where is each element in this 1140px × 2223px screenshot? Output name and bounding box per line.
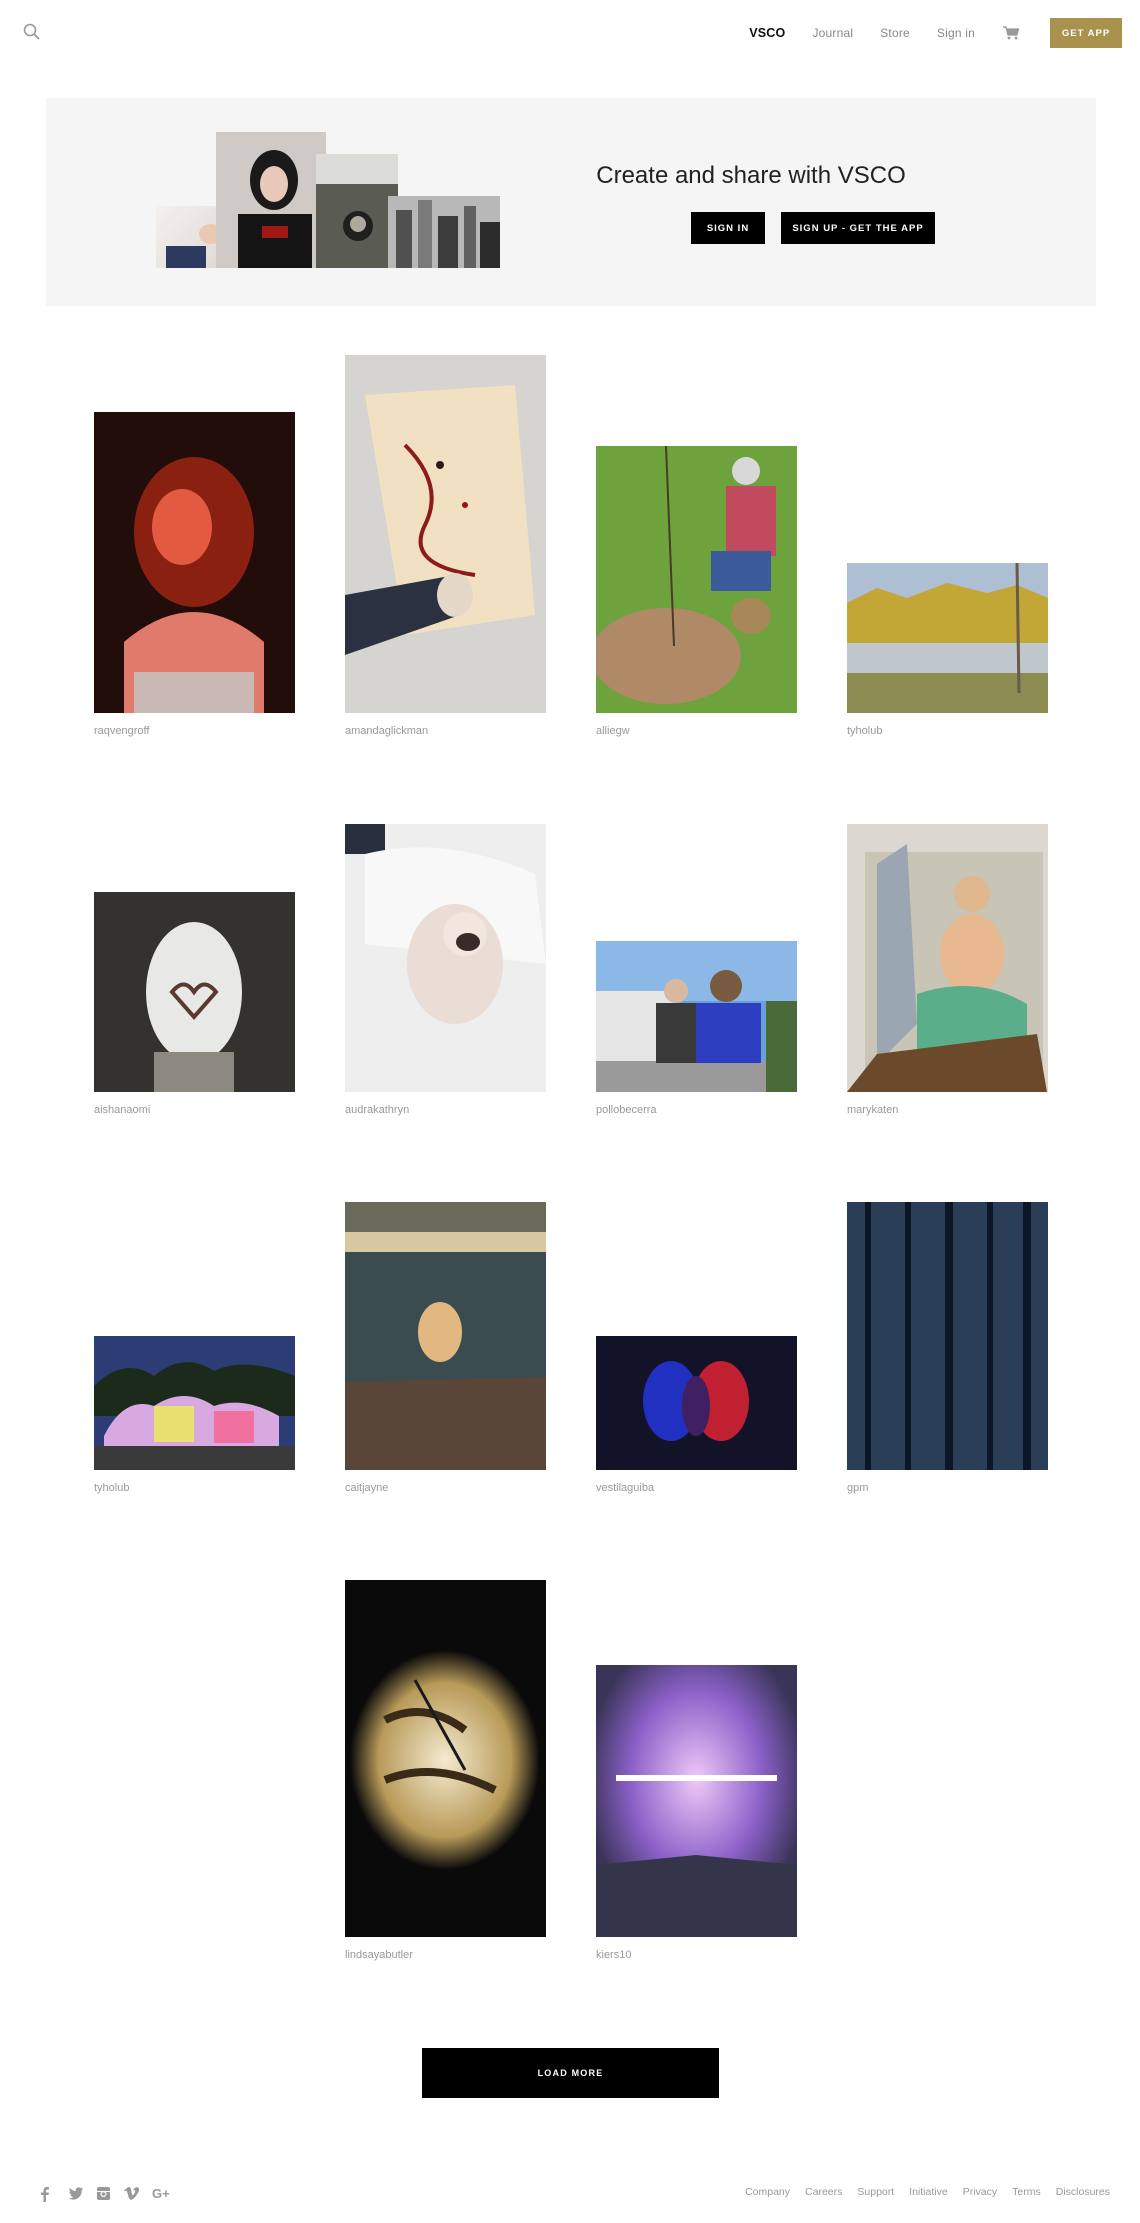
grid-item[interactable]: marykaten xyxy=(847,824,1048,1116)
footer-links: Company Careers Support Initiative Priva… xyxy=(730,2186,1110,2198)
grid-image[interactable] xyxy=(345,1580,546,1937)
grid-item[interactable]: audrakathryn xyxy=(345,824,546,1116)
nav-link-store[interactable]: Store xyxy=(880,26,910,40)
nav-link-sign-in[interactable]: Sign in xyxy=(937,26,975,40)
grid-item[interactable]: alliegw xyxy=(596,446,797,737)
google-plus-icon[interactable]: G+ xyxy=(152,2186,174,2202)
collage-photo xyxy=(316,154,398,268)
sign-up-button[interactable]: SIGN UP - GET THE APP xyxy=(781,212,935,244)
sign-in-button[interactable]: SIGN IN xyxy=(691,212,765,244)
footer-link-terms[interactable]: Terms xyxy=(1012,2186,1041,2198)
grid-item[interactable]: lindsayabutler xyxy=(345,1580,546,1961)
grid-item[interactable]: aishanaomi xyxy=(94,892,295,1116)
grid-image[interactable] xyxy=(94,412,295,713)
grid-image[interactable] xyxy=(596,941,797,1092)
grid-username[interactable]: lindsayabutler xyxy=(345,1949,413,1961)
grid-item[interactable]: pollobecerra xyxy=(596,941,797,1116)
get-app-button[interactable]: GET APP xyxy=(1050,18,1122,48)
grid-item[interactable]: caitjayne xyxy=(345,1202,546,1494)
grid-username[interactable]: vestilaguiba xyxy=(596,1482,654,1494)
grid-image[interactable] xyxy=(847,563,1048,713)
photo-collage xyxy=(156,132,526,272)
grid-image[interactable] xyxy=(94,1336,295,1470)
grid-username[interactable]: tyholub xyxy=(847,725,882,737)
footer-link-initiative[interactable]: Initiative xyxy=(909,2186,948,2198)
site-header: VSCO Journal Store Sign in GET APP xyxy=(0,0,1140,66)
grid-item[interactable]: amandaglickman xyxy=(345,355,546,737)
site-footer: G+ Company Careers Support Initiative Pr… xyxy=(0,2180,1140,2220)
grid-username[interactable]: caitjayne xyxy=(345,1482,388,1494)
vimeo-icon[interactable] xyxy=(124,2186,140,2202)
grid-username[interactable]: pollobecerra xyxy=(596,1104,657,1116)
grid-image[interactable] xyxy=(345,824,546,1092)
grid-username[interactable]: raqvengroff xyxy=(94,725,149,737)
social-links: G+ xyxy=(40,2186,186,2202)
grid-image[interactable] xyxy=(847,824,1048,1092)
grid-item[interactable]: tyholub xyxy=(847,563,1048,737)
grid-item[interactable]: raqvengroff xyxy=(94,412,295,737)
hero-title: Create and share with VSCO xyxy=(596,162,906,189)
grid-image[interactable] xyxy=(847,1202,1048,1470)
footer-link-careers[interactable]: Careers xyxy=(805,2186,842,2198)
hero-banner: Create and share with VSCO SIGN IN SIGN … xyxy=(46,98,1096,306)
collage-photo xyxy=(388,196,500,268)
grid-username[interactable]: audrakathryn xyxy=(345,1104,409,1116)
grid-item[interactable]: tyholub xyxy=(94,1336,295,1494)
footer-link-support[interactable]: Support xyxy=(857,2186,894,2198)
grid-username[interactable]: alliegw xyxy=(596,725,630,737)
grid-username[interactable]: marykaten xyxy=(847,1104,898,1116)
load-more-button[interactable]: LOAD MORE xyxy=(422,2048,719,2098)
footer-link-privacy[interactable]: Privacy xyxy=(963,2186,997,2198)
footer-link-company[interactable]: Company xyxy=(745,2186,790,2198)
grid-username[interactable]: gpm xyxy=(847,1482,868,1494)
grid-username[interactable]: amandaglickman xyxy=(345,725,428,737)
grid-image[interactable] xyxy=(345,1202,546,1470)
grid-image[interactable] xyxy=(94,892,295,1092)
grid-item[interactable]: gpm xyxy=(847,1202,1048,1494)
grid-item[interactable]: vestilaguiba xyxy=(596,1336,797,1494)
twitter-icon[interactable] xyxy=(68,2186,84,2202)
grid-username[interactable]: kiers10 xyxy=(596,1949,631,1961)
footer-link-disclosures[interactable]: Disclosures xyxy=(1056,2186,1110,2198)
collage-photo xyxy=(216,132,326,268)
nav-link-vsco[interactable]: VSCO xyxy=(749,26,785,40)
grid-username[interactable]: tyholub xyxy=(94,1482,129,1494)
grid-username[interactable]: aishanaomi xyxy=(94,1104,150,1116)
cart-icon[interactable] xyxy=(1002,25,1020,41)
grid-item[interactable]: kiers10 xyxy=(596,1665,797,1961)
grid-image[interactable] xyxy=(596,1665,797,1937)
grid-image[interactable] xyxy=(596,1336,797,1470)
facebook-icon[interactable] xyxy=(40,2186,56,2202)
search-icon[interactable] xyxy=(22,22,42,42)
nav-link-journal[interactable]: Journal xyxy=(812,26,853,40)
instagram-icon[interactable] xyxy=(96,2186,112,2202)
grid-image[interactable] xyxy=(596,446,797,713)
grid-image[interactable] xyxy=(345,355,546,713)
main-nav: VSCO Journal Store Sign in GET APP xyxy=(749,0,1140,66)
